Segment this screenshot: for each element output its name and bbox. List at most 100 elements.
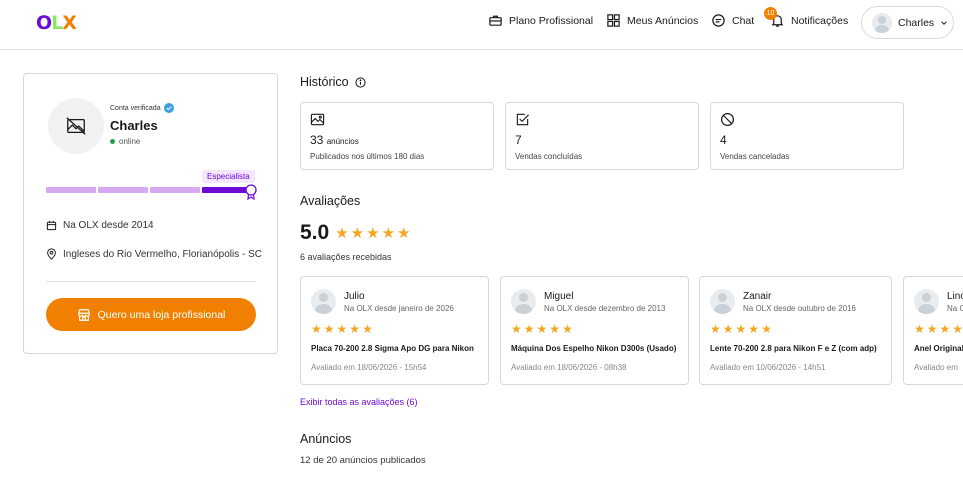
level-badge: Especialista	[202, 170, 255, 183]
bell-wrapper: 10	[764, 7, 785, 28]
check-square-icon	[516, 113, 529, 126]
avaliacoes-title: Avaliações	[300, 194, 361, 208]
review-stars: ★★★★★	[311, 323, 373, 335]
star-icon: ★	[761, 322, 772, 336]
rating-stars: ★ ★ ★ ★ ★	[335, 226, 410, 241]
location: Ingleses do Rio Vermelho, Florianópolis …	[46, 248, 262, 260]
historico-title: Histórico	[300, 75, 366, 89]
reviewer-name: Zanair	[743, 291, 772, 302]
briefcase-icon	[489, 15, 502, 26]
calendar-icon	[46, 220, 57, 231]
star-icon: ★	[362, 322, 373, 336]
reviewer-name: Miguel	[544, 291, 574, 302]
online-status: online	[110, 137, 140, 146]
star-icon: ★	[335, 224, 349, 242]
profile-card: Conta verificada Charles online Especial…	[23, 73, 278, 354]
quero-loja-profissional-button[interactable]: Quero uma loja profissional	[46, 298, 256, 331]
review-card[interactable]: Zanair Na OLX desde outubro de 2016 ★ ★ ★ ★…	[699, 276, 892, 385]
review-date: Avaliado em 18/06/2026 - 15h54	[311, 363, 427, 372]
star-icon: ★	[349, 322, 361, 336]
star-icon: ★	[397, 224, 411, 242]
review-stars: ★★★★★	[914, 323, 963, 335]
star-icon: ★	[722, 322, 734, 336]
profile-avatar	[48, 98, 104, 154]
review-card[interactable]: Lino Na OLX desde ★★★★★ Anel Original Av…	[903, 276, 963, 385]
star-icon: ★	[914, 322, 925, 336]
stat-label: Vendas canceladas	[720, 152, 790, 161]
star-icon: ★	[952, 322, 963, 336]
review-product: Lente 70-200 2.8 para Nikon F e Z (com a…	[710, 344, 877, 353]
star-icon: ★	[549, 322, 561, 336]
review-date: Avaliado em 18/06/2026 - 08h38	[511, 363, 627, 372]
stat-value: 33 anúncios	[310, 133, 359, 147]
nav-plano-profissional[interactable]: Plano Profissional	[488, 13, 593, 28]
review-date: Avaliado em 10/06/2026 - 14h51	[710, 363, 826, 372]
star-icon: ★	[350, 224, 365, 242]
star-icon: ★	[323, 322, 335, 336]
stat-card-vendas-canceladas: 4 Vendas canceladas	[710, 102, 904, 170]
avatar	[914, 289, 939, 314]
star-icon: ★	[511, 322, 522, 336]
star-icon: ★	[939, 322, 951, 336]
notification-badge: 10	[764, 7, 777, 20]
review-product: Placa 70-200 2.8 Sigma Apo DG para Nikon	[311, 344, 474, 353]
review-stars: ★★★★★	[710, 323, 772, 335]
chat-icon	[712, 14, 725, 27]
stat-value: 4	[720, 133, 727, 147]
reviewer-since: Na OLX desde dezembro de 2013	[544, 304, 666, 313]
rating-count: 6 avaliações recebidas	[300, 252, 392, 262]
review-card[interactable]: Miguel Na OLX desde dezembro de 2013 ★ ★ ★…	[500, 276, 689, 385]
reviewer-name: Lino	[947, 291, 963, 302]
chevron-down-icon	[941, 20, 947, 25]
review-product: Anel Original	[914, 344, 963, 353]
nav-meus-anuncios[interactable]: Meus Anúncios	[606, 13, 698, 28]
level-progress-bar	[46, 187, 252, 193]
divider	[46, 281, 256, 282]
star-icon: ★	[536, 322, 548, 336]
star-icon: ★	[366, 224, 380, 242]
rating-summary: 5.0 ★ ★ ★ ★ ★	[300, 221, 410, 245]
review-date: Avaliado em	[914, 363, 958, 372]
star-icon: ★	[336, 322, 348, 336]
stat-card-publicados: 33 anúncios Publicados nos últimos 180 d…	[300, 102, 494, 170]
olx-logo[interactable]: OLX	[36, 12, 77, 34]
stat-label: Publicados nos últimos 180 dias	[310, 152, 425, 161]
medal-icon	[245, 184, 257, 200]
rating-score: 5.0	[300, 221, 330, 244]
profile-name: Charles	[110, 118, 158, 133]
image-icon	[310, 113, 325, 126]
grid-icon	[607, 14, 620, 27]
anuncios-count: 12 de 20 anúncios publicados	[300, 455, 426, 466]
avatar	[311, 289, 336, 314]
verified-label: Conta verificada	[110, 103, 174, 113]
stat-value: 7	[515, 133, 522, 147]
star-icon: ★	[311, 322, 322, 336]
nav-notificacoes[interactable]: 10 Notificações	[764, 7, 848, 28]
reviewer-name: Julio	[344, 291, 365, 302]
user-menu-button[interactable]: Charles	[861, 6, 954, 39]
progress-segment	[46, 187, 96, 193]
star-icon: ★	[523, 322, 535, 336]
top-header: OLX Plano Profissional Meus Anúncios Cha…	[0, 0, 963, 50]
star-icon: ★	[735, 322, 747, 336]
avatar	[872, 12, 892, 33]
star-icon: ★	[748, 322, 760, 336]
location-pin-icon	[47, 248, 56, 260]
reviewer-since: Na OLX desde janeiro de 2026	[344, 304, 454, 313]
verified-icon	[163, 103, 174, 113]
online-dot-icon	[110, 139, 115, 144]
review-card[interactable]: Julio Na OLX desde janeiro de 2026 ★ ★ ★ ★ ★…	[300, 276, 489, 385]
exibir-todas-avaliacoes-link[interactable]: Exibir todas as avaliações (6)	[300, 397, 418, 407]
nav-chat[interactable]: Chat	[711, 13, 754, 28]
info-icon[interactable]	[355, 76, 366, 88]
avatar	[710, 289, 735, 314]
stat-card-vendas-concluidas: 7 Vendas concluídas	[505, 102, 699, 170]
cancel-icon	[720, 112, 735, 127]
review-product: Máquina Dos Espelho Nikon D300s (Usado)	[511, 344, 677, 353]
reviewer-since: Na OLX desde	[947, 304, 963, 313]
anuncios-title: Anúncios	[300, 432, 352, 446]
progress-segment	[98, 187, 148, 193]
star-icon: ★	[381, 224, 396, 242]
no-image-icon	[66, 117, 86, 135]
store-icon	[77, 308, 90, 321]
